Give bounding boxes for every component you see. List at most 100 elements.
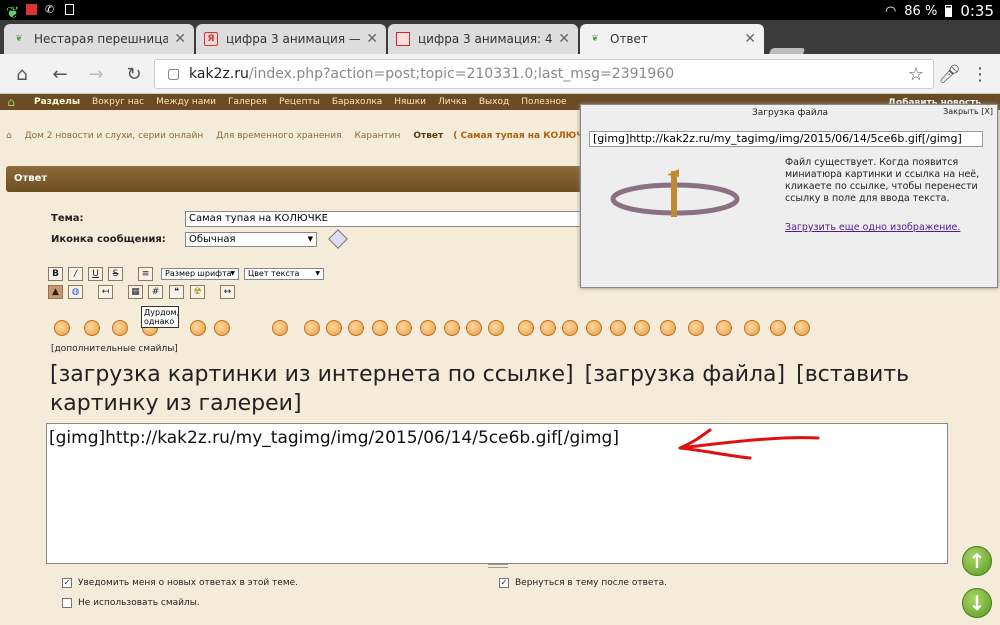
menu-icon[interactable]: ⋮	[970, 64, 990, 85]
italic-button[interactable]: /	[68, 267, 83, 281]
close-icon[interactable]: ✕	[744, 31, 756, 47]
notify-option[interactable]: ✓ Уведомить меня о новых ответах в этой …	[62, 578, 298, 588]
smiley-icon[interactable]	[84, 320, 100, 336]
smiley-icon[interactable]	[466, 320, 482, 336]
back-icon[interactable]: ←	[50, 64, 70, 85]
smiley-icon[interactable]	[518, 320, 534, 336]
tab-3[interactable]: цифра 3 анимация: 42 тыс ✕	[388, 24, 578, 54]
topic-input[interactable]: Самая тупая на КОЛЮЧКЕ	[185, 211, 585, 227]
font-size-select[interactable]: Размер шрифта	[161, 268, 239, 280]
reload-icon[interactable]: ↻	[124, 64, 144, 85]
star-icon[interactable]: ☆	[906, 64, 926, 85]
mic-icon[interactable]: 🎤︎	[938, 64, 961, 85]
nav-item[interactable]: Между нами	[156, 97, 216, 107]
smiley-icon[interactable]	[610, 320, 626, 336]
smiley-icon[interactable]	[444, 320, 460, 336]
quote-button[interactable]: ❝	[169, 285, 184, 299]
home-icon[interactable]: ⌂	[0, 95, 22, 109]
tab-1[interactable]: ❦ Нестарая перешница! С тр ✕	[4, 24, 194, 54]
table-button[interactable]: ▦	[128, 285, 143, 299]
hash-button[interactable]: #	[148, 285, 163, 299]
close-icon[interactable]: ✕	[366, 31, 378, 47]
page-icon: ▢	[167, 66, 181, 82]
smiley-icon[interactable]	[420, 320, 436, 336]
smiley-icon[interactable]	[744, 320, 760, 336]
breadcrumb-link[interactable]: Для временного хранения	[216, 131, 341, 141]
strike-button[interactable]: S	[108, 267, 123, 281]
breadcrumb: ⌂ Дом 2 новости и слухи, серии онлайн Дл…	[6, 131, 614, 141]
close-icon[interactable]: ✕	[558, 31, 570, 47]
smiley-icon[interactable]	[634, 320, 650, 336]
no-smileys-label: Не использовать смайлы.	[78, 598, 200, 608]
smiley-icon[interactable]	[326, 320, 342, 336]
breadcrumb-link[interactable]: Дом 2 новости и слухи, серии онлайн	[25, 131, 204, 141]
smiley-icon[interactable]	[770, 320, 786, 336]
smiley-icon[interactable]	[488, 320, 504, 336]
hr-button[interactable]: ↔	[220, 285, 235, 299]
smiley-icon[interactable]	[586, 320, 602, 336]
return-option[interactable]: ✓ Вернуться в тему после ответа.	[499, 578, 667, 588]
nav-item[interactable]: Барахолка	[332, 97, 382, 107]
smiley-icon[interactable]	[272, 320, 288, 336]
home-icon[interactable]: ⌂	[6, 131, 12, 141]
align-center-button[interactable]: ≡	[138, 267, 153, 281]
smiley-icon[interactable]	[794, 320, 810, 336]
resize-handle[interactable]	[488, 564, 508, 568]
nav-item[interactable]: Галерея	[228, 97, 267, 107]
dialog-close-button[interactable]: Закрыть [X]	[943, 107, 993, 116]
upload-url-link[interactable]: [загрузка картинки из интернета по ссылк…	[50, 362, 574, 387]
more-smileys-link[interactable]: [дополнительные смайлы]	[51, 344, 178, 354]
radiation-button[interactable]: ☢	[190, 285, 205, 299]
checkbox[interactable]	[62, 598, 72, 608]
smiley-icon[interactable]	[540, 320, 556, 336]
upload-file-link[interactable]: [загрузка файла]	[585, 362, 785, 387]
underline-button[interactable]: U	[88, 267, 103, 281]
tab-4[interactable]: ❦ Ответ ✕	[580, 24, 764, 54]
smiley-icon[interactable]	[660, 320, 676, 336]
dialog-code-field[interactable]: [gimg]http://kak2z.ru/my_tagimg/img/2015…	[589, 131, 983, 147]
scroll-up-button[interactable]: ↑	[962, 546, 992, 576]
upload-dialog: Загрузка файла Закрыть [X] [gimg]http://…	[580, 104, 998, 288]
smiley-icon[interactable]	[562, 320, 578, 336]
icon-select[interactable]: Обычная	[185, 232, 317, 247]
close-icon[interactable]: ✕	[174, 31, 186, 47]
home-icon[interactable]: ⌂	[12, 64, 32, 85]
smiley-icon[interactable]	[688, 320, 704, 336]
return-label: Вернуться в тему после ответа.	[515, 578, 668, 588]
tab-2[interactable]: Я цифра 3 анимация — Яндекс ✕	[196, 24, 386, 54]
globe-button[interactable]: ◍	[68, 285, 83, 299]
smiley-icon[interactable]	[304, 320, 320, 336]
battery-level: 86 %	[904, 3, 938, 19]
scroll-down-button[interactable]: ↓	[962, 588, 992, 618]
upload-more-link[interactable]: Загрузить еще одно изображение.	[785, 222, 960, 233]
image-button[interactable]: ▲	[48, 285, 63, 299]
nav-item[interactable]: Личка	[438, 97, 467, 107]
checkbox[interactable]: ✓	[62, 578, 72, 588]
bold-button[interactable]: B	[48, 267, 63, 281]
smiley-icon[interactable]	[112, 320, 128, 336]
clipboard-icon	[65, 4, 74, 15]
nav-item[interactable]: Вокруг нас	[92, 97, 144, 107]
smiley-icon[interactable]	[214, 320, 230, 336]
url-host: kak2z.ru	[189, 66, 249, 82]
nav-item[interactable]: Выход	[479, 97, 509, 107]
nav-item[interactable]: Рецепты	[279, 97, 320, 107]
checkbox[interactable]: ✓	[499, 578, 509, 588]
smiley-icon[interactable]	[396, 320, 412, 336]
nav-item[interactable]: Разделы	[34, 97, 80, 107]
nav-item[interactable]: Полезное	[521, 97, 566, 107]
smiley-icon[interactable]	[54, 320, 70, 336]
indent-button[interactable]: ↤	[98, 285, 113, 299]
smiley-icon[interactable]	[348, 320, 364, 336]
smiley-icon[interactable]	[372, 320, 388, 336]
breadcrumb-link[interactable]: Карантин	[354, 131, 400, 141]
no-smileys-option[interactable]: Не использовать смайлы.	[62, 598, 200, 608]
smiley-icon[interactable]	[190, 320, 206, 336]
nav-item[interactable]: Няшки	[394, 97, 426, 107]
forward-icon[interactable]: →	[86, 64, 106, 85]
preview-image	[610, 169, 740, 217]
cactus-icon: ❦	[15, 34, 23, 44]
url-field[interactable]: ▢ kak2z.ru/index.php?action=post;topic=2…	[154, 59, 934, 89]
text-color-select[interactable]: Цвет текста	[244, 268, 324, 280]
smiley-icon[interactable]	[716, 320, 732, 336]
